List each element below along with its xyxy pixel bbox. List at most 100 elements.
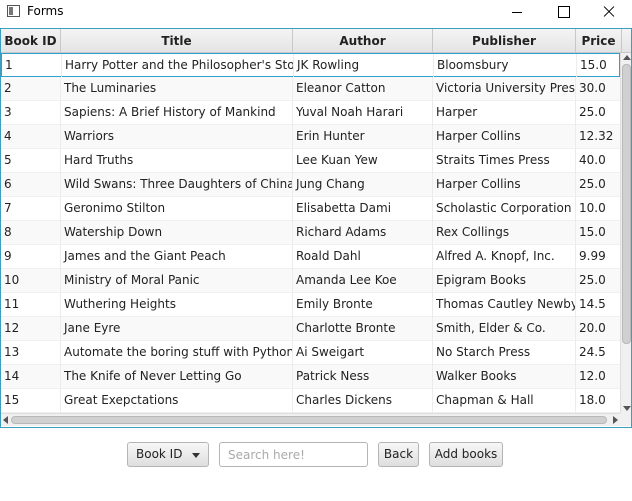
column-header-author[interactable]: Author (293, 29, 433, 53)
cell-author: Charlotte Bronte (293, 317, 433, 341)
cell-publisher: Chapman & Hall (433, 389, 576, 413)
cell-price: 10.0 (576, 197, 622, 221)
books-table[interactable]: Book ID Title Author Publisher Price 1 Ha… (0, 28, 632, 428)
cell-publisher: Straits Times Press (433, 149, 576, 173)
app-icon (7, 5, 20, 17)
maximize-button[interactable] (540, 0, 586, 24)
scrollbar-corner (620, 413, 631, 426)
add-books-button[interactable]: Add books (429, 442, 503, 467)
cell-price: 12.32 (576, 125, 622, 149)
cell-author: Elisabetta Dami (293, 197, 433, 221)
vertical-scroll-thumb[interactable] (622, 64, 631, 344)
cell-title: The Knife of Never Letting Go (61, 365, 293, 389)
table-row[interactable]: 3 Sapiens: A Brief History of Mankind Yuva… (1, 101, 622, 125)
cell-author: Jung Chang (293, 173, 433, 197)
cell-price: 9.99 (576, 245, 622, 269)
cell-title: Wild Swans: Three Daughters of China (61, 173, 293, 197)
table-row[interactable]: 13 Automate the boring stuff with Python A… (1, 341, 622, 365)
cell-title: Sapiens: A Brief History of Mankind (61, 101, 293, 125)
cell-author: Amanda Lee Koe (293, 269, 433, 293)
cell-author: Charles Dickens (293, 389, 433, 413)
table-row[interactable]: 7 Geronimo Stilton Elisabetta Dami Scholast… (1, 197, 622, 221)
table-row[interactable]: 15 Great Exepctations Charles Dickens Chapm… (1, 389, 622, 413)
cell-title: Harry Potter and the Philosopher's Stone (62, 54, 294, 78)
cell-book-id: 7 (1, 197, 61, 221)
table-row[interactable]: 9 James and the Giant Peach Roald Dahl Alfr… (1, 245, 622, 269)
close-button[interactable] (586, 0, 632, 24)
table-row[interactable]: 6 Wild Swans: Three Daughters of China Jun… (1, 173, 622, 197)
cell-book-id: 9 (1, 245, 61, 269)
cell-publisher: Rex Collings (433, 221, 576, 245)
cell-book-id: 14 (1, 365, 61, 389)
cell-publisher: Harper Collins (433, 125, 576, 149)
cell-author: Lee Kuan Yew (293, 149, 433, 173)
horizontal-scrollbar[interactable] (1, 413, 620, 426)
search-by-dropdown[interactable]: Book ID (127, 442, 209, 467)
table-row[interactable]: 11 Wuthering Heights Emily Bronte Thomas Ca… (1, 293, 622, 317)
cell-title: Watership Down (61, 221, 293, 245)
column-header-title[interactable]: Title (61, 29, 293, 53)
table-row[interactable]: 2 The Luminaries Eleanor Catton Victoria Un… (1, 77, 622, 101)
cell-publisher: Harper Collins (433, 173, 576, 197)
scroll-right-icon[interactable] (613, 416, 618, 424)
cell-price: 24.5 (576, 341, 622, 365)
table-row[interactable]: 4 Warriors Erin Hunter Harper Collins 12.32 (1, 125, 622, 149)
table-row[interactable]: 14 The Knife of Never Letting Go Patrick N… (1, 365, 622, 389)
minimize-button[interactable] (494, 0, 540, 24)
cell-author: Yuval Noah Harari (293, 101, 433, 125)
cell-book-id: 5 (1, 149, 61, 173)
cell-publisher: Harper (433, 101, 576, 125)
cell-author: Patrick Ness (293, 365, 433, 389)
table-row[interactable]: 5 Hard Truths Lee Kuan Yew Straits Times Pr… (1, 149, 622, 173)
cell-author: Ai Sweigart (293, 341, 433, 365)
title-bar: Forms (0, 0, 632, 24)
horizontal-scroll-thumb[interactable] (11, 416, 607, 424)
vertical-scrollbar[interactable] (620, 53, 631, 413)
cell-price: 30.0 (576, 77, 622, 101)
cell-title: Wuthering Heights (61, 293, 293, 317)
cell-author: Richard Adams (293, 221, 433, 245)
cell-title: Jane Eyre (61, 317, 293, 341)
cell-price: 25.0 (576, 173, 622, 197)
column-header-price[interactable]: Price (576, 29, 622, 53)
column-header-book-id[interactable]: Book ID (1, 29, 61, 53)
cell-publisher: Smith, Elder & Co. (433, 317, 576, 341)
cell-title: Warriors (61, 125, 293, 149)
scroll-left-icon[interactable] (3, 416, 8, 424)
scroll-up-icon[interactable] (623, 55, 631, 60)
cell-publisher: Bloomsbury (434, 54, 577, 78)
cell-price: 25.0 (576, 101, 622, 125)
cell-title: James and the Giant Peach (61, 245, 293, 269)
chevron-down-icon (192, 453, 200, 458)
cell-title: Ministry of Moral Panic (61, 269, 293, 293)
back-button[interactable]: Back (378, 442, 419, 467)
cell-publisher: Walker Books (433, 365, 576, 389)
cell-price: 20.0 (576, 317, 622, 341)
cell-price: 12.0 (576, 365, 622, 389)
cell-price: 40.0 (576, 149, 622, 173)
table-row[interactable]: 10 Ministry of Moral Panic Amanda Lee Koe E… (1, 269, 622, 293)
cell-book-id: 8 (1, 221, 61, 245)
cell-price: 15.0 (577, 54, 623, 78)
cell-author: Roald Dahl (293, 245, 433, 269)
cell-title: Great Exepctations (61, 389, 293, 413)
cell-publisher: Thomas Cautley Newby (433, 293, 576, 317)
table-row[interactable]: 12 Jane Eyre Charlotte Bronte Smith, Elder … (1, 317, 622, 341)
cell-book-id: 2 (1, 77, 61, 101)
cell-price: 15.0 (576, 221, 622, 245)
table-row[interactable]: 8 Watership Down Richard Adams Rex Collings… (1, 221, 622, 245)
cell-book-id: 12 (1, 317, 61, 341)
cell-author: JK Rowling (294, 54, 434, 78)
window-title: Forms (27, 4, 64, 18)
table-row[interactable]: 1 Harry Potter and the Philosopher's Ston… (1, 53, 623, 78)
table-body: 1 Harry Potter and the Philosopher's Ston… (1, 53, 623, 413)
cell-book-id: 4 (1, 125, 61, 149)
cell-author: Emily Bronte (293, 293, 433, 317)
cell-title: The Luminaries (61, 77, 293, 101)
cell-publisher: Epigram Books (433, 269, 576, 293)
column-header-publisher[interactable]: Publisher (433, 29, 576, 53)
scroll-down-icon[interactable] (623, 406, 631, 411)
cell-publisher: Alfred A. Knopf, Inc. (433, 245, 576, 269)
cell-price: 25.0 (576, 269, 622, 293)
search-input[interactable] (219, 442, 368, 467)
